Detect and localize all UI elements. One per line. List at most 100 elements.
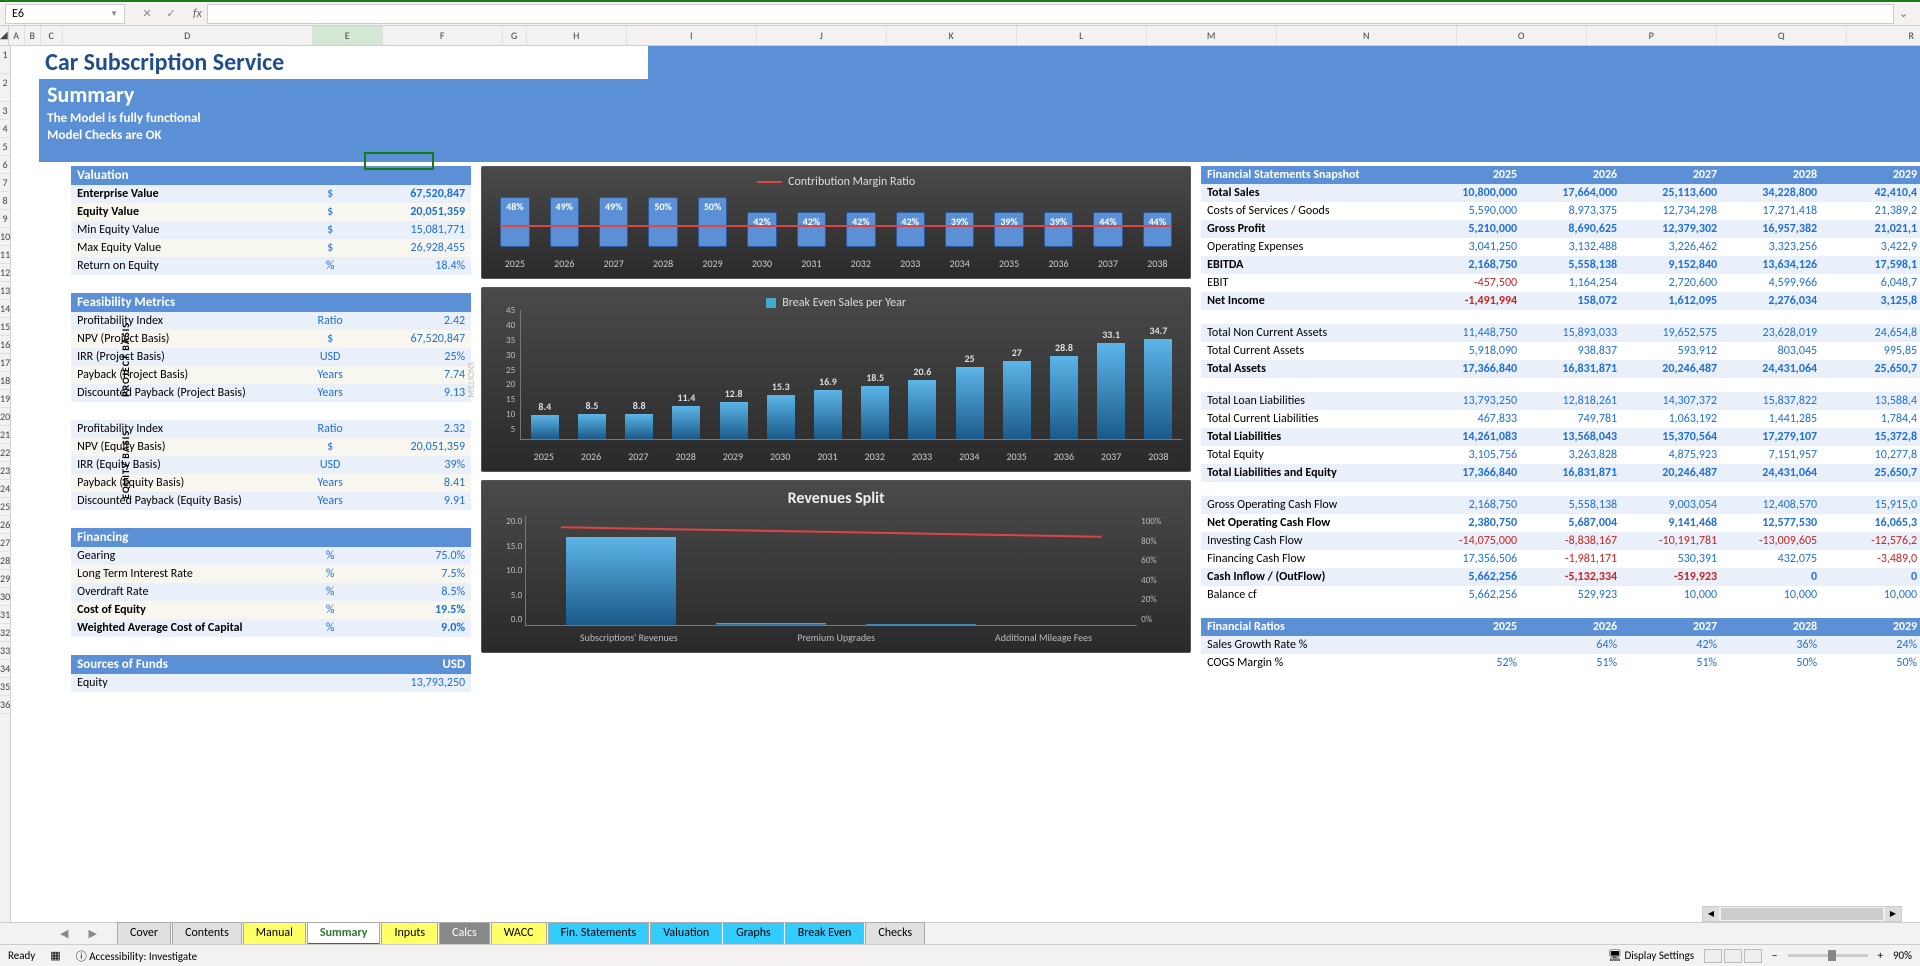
fs-row: Costs of Services / Goods5,590,0008,973,… (1201, 202, 1920, 220)
row-header-2[interactable]: 2 (0, 74, 10, 102)
row-header-27[interactable]: 27 (0, 534, 10, 552)
row-header-26[interactable]: 26 (0, 516, 10, 534)
row-header-9[interactable]: 9 (0, 210, 10, 228)
row-header-11[interactable]: 11 (0, 246, 10, 264)
row-header-22[interactable]: 22 (0, 444, 10, 462)
row-header-28[interactable]: 28 (0, 552, 10, 570)
row-header-35[interactable]: 35 (0, 678, 10, 696)
row-header-17[interactable]: 17 (0, 354, 10, 372)
col-header-E[interactable]: E (313, 26, 383, 45)
col-header-N[interactable]: N (1277, 26, 1457, 45)
page-title: Car Subscription Service (39, 46, 648, 79)
row-header-19[interactable]: 19 (0, 390, 10, 408)
view-normal-icon[interactable] (1704, 949, 1722, 963)
row-header-25[interactable]: 25 (0, 498, 10, 516)
sheet-tab-contents[interactable]: Contents (172, 922, 242, 945)
chart-break-even: Break Even Sales per Year MILLIONS 45403… (481, 287, 1191, 472)
sheet-tab-calcs[interactable]: Calcs (439, 922, 490, 945)
col-header-B[interactable]: B (25, 26, 41, 45)
sheet-tab-breakeven[interactable]: Break Even (785, 922, 865, 945)
worksheet[interactable]: Car Subscription Service Summary The Mod… (11, 46, 1920, 926)
row-header-30[interactable]: 30 (0, 588, 10, 606)
metric-row: Overdraft Rate%8.5% (71, 583, 471, 601)
row-header-1[interactable]: 1 (0, 46, 10, 74)
sheet-tab-valuation[interactable]: Valuation (650, 922, 722, 945)
display-settings[interactable]: 🖥 Display Settings (1608, 949, 1694, 962)
row-header-15[interactable]: 15 (0, 318, 10, 336)
sheet-tab-summary[interactable]: Summary (307, 922, 381, 945)
metric-row: Return on Equity%18.4% (71, 257, 471, 275)
row-header-4[interactable]: 4 (0, 120, 10, 138)
sheet-tab-graphs[interactable]: Graphs (723, 922, 784, 945)
status-text-2: Model Checks are OK (39, 127, 1920, 144)
section-sources: Sources of FundsUSD (71, 655, 471, 674)
accessibility-status[interactable]: ⓘ Accessibility: Investigate (76, 948, 197, 964)
formula-input[interactable] (207, 4, 1894, 24)
row-header-6[interactable]: 6 (0, 156, 10, 174)
fs-row: Operating Expenses3,041,2503,132,4883,22… (1201, 238, 1920, 256)
section-feasibility: Feasibility Metrics (71, 293, 471, 312)
sheet-tab-finstatements[interactable]: Fin. Statements (548, 922, 650, 945)
horizontal-scrollbar[interactable]: ◀▶ (1702, 906, 1902, 922)
select-all[interactable]: ◢ (0, 26, 9, 45)
row-header-20[interactable]: 20 (0, 408, 10, 426)
row-header-18[interactable]: 18 (0, 372, 10, 390)
col-header-I[interactable]: I (627, 26, 757, 45)
row-header-10[interactable]: 10 (0, 228, 10, 246)
fs-row: Net Operating Cash Flow2,380,7505,687,00… (1201, 514, 1920, 532)
row-header-31[interactable]: 31 (0, 606, 10, 624)
col-header-J[interactable]: J (757, 26, 887, 45)
col-header-O[interactable]: O (1457, 26, 1587, 45)
col-header-Q[interactable]: Q (1717, 26, 1847, 45)
row-header-29[interactable]: 29 (0, 570, 10, 588)
enter-icon[interactable]: ✓ (159, 4, 183, 24)
row-header-33[interactable]: 33 (0, 642, 10, 660)
zoom-out-icon[interactable]: − (1772, 949, 1777, 962)
tab-nav-next-icon[interactable]: ▶ (88, 927, 96, 940)
col-header-H[interactable]: H (527, 26, 627, 45)
zoom-slider[interactable] (1788, 954, 1868, 957)
col-header-G[interactable]: G (503, 26, 527, 45)
col-header-D[interactable]: D (63, 26, 313, 45)
cancel-icon[interactable]: ✕ (135, 4, 159, 24)
row-header-23[interactable]: 23 (0, 462, 10, 480)
row-header-36[interactable]: 36 (0, 696, 10, 714)
fs-row: Financing Cash Flow17,356,506-1,981,1715… (1201, 550, 1920, 568)
col-header-C[interactable]: C (41, 26, 63, 45)
macro-icon[interactable]: ▦ (50, 949, 60, 962)
view-pagebreak-icon[interactable] (1744, 949, 1762, 963)
sheet-tab-checks[interactable]: Checks (865, 922, 925, 945)
row-header-14[interactable]: 14 (0, 300, 10, 318)
col-header-P[interactable]: P (1587, 26, 1717, 45)
row-header-32[interactable]: 32 (0, 624, 10, 642)
row-header-7[interactable]: 7 (0, 174, 10, 192)
row-header-5[interactable]: 5 (0, 138, 10, 156)
col-header-F[interactable]: F (383, 26, 503, 45)
formula-expand-icon[interactable]: ⌄ (1899, 7, 1915, 20)
view-layout-icon[interactable] (1724, 949, 1742, 963)
sheet-tab-wacc[interactable]: WACC (491, 922, 547, 945)
col-header-R[interactable]: R (1847, 26, 1920, 45)
row-header-21[interactable]: 21 (0, 426, 10, 444)
row-header-8[interactable]: 8 (0, 192, 10, 210)
col-header-K[interactable]: K (887, 26, 1017, 45)
fs-row: Net Income-1,491,994158,0721,612,0952,27… (1201, 292, 1920, 310)
row-header-34[interactable]: 34 (0, 660, 10, 678)
name-box[interactable]: E6▼ (5, 4, 125, 24)
row-header-3[interactable]: 3 (0, 102, 10, 120)
col-header-A[interactable]: A (9, 26, 25, 45)
row-header-12[interactable]: 12 (0, 264, 10, 282)
row-header-13[interactable]: 13 (0, 282, 10, 300)
fx-icon[interactable]: fx (193, 7, 202, 21)
sheet-tab-inputs[interactable]: Inputs (381, 922, 438, 945)
tab-nav-prev-icon[interactable]: ◀ (60, 927, 68, 940)
sheet-tab-manual[interactable]: Manual (243, 922, 306, 945)
col-header-M[interactable]: M (1147, 26, 1277, 45)
row-header-16[interactable]: 16 (0, 336, 10, 354)
sheet-tab-cover[interactable]: Cover (117, 922, 171, 945)
zoom-in-icon[interactable]: + (1878, 949, 1883, 962)
col-header-L[interactable]: L (1017, 26, 1147, 45)
row-header-24[interactable]: 24 (0, 480, 10, 498)
zoom-level[interactable]: 90% (1893, 949, 1912, 962)
fs-row: Total Assets17,366,84016,831,87120,246,4… (1201, 360, 1920, 378)
